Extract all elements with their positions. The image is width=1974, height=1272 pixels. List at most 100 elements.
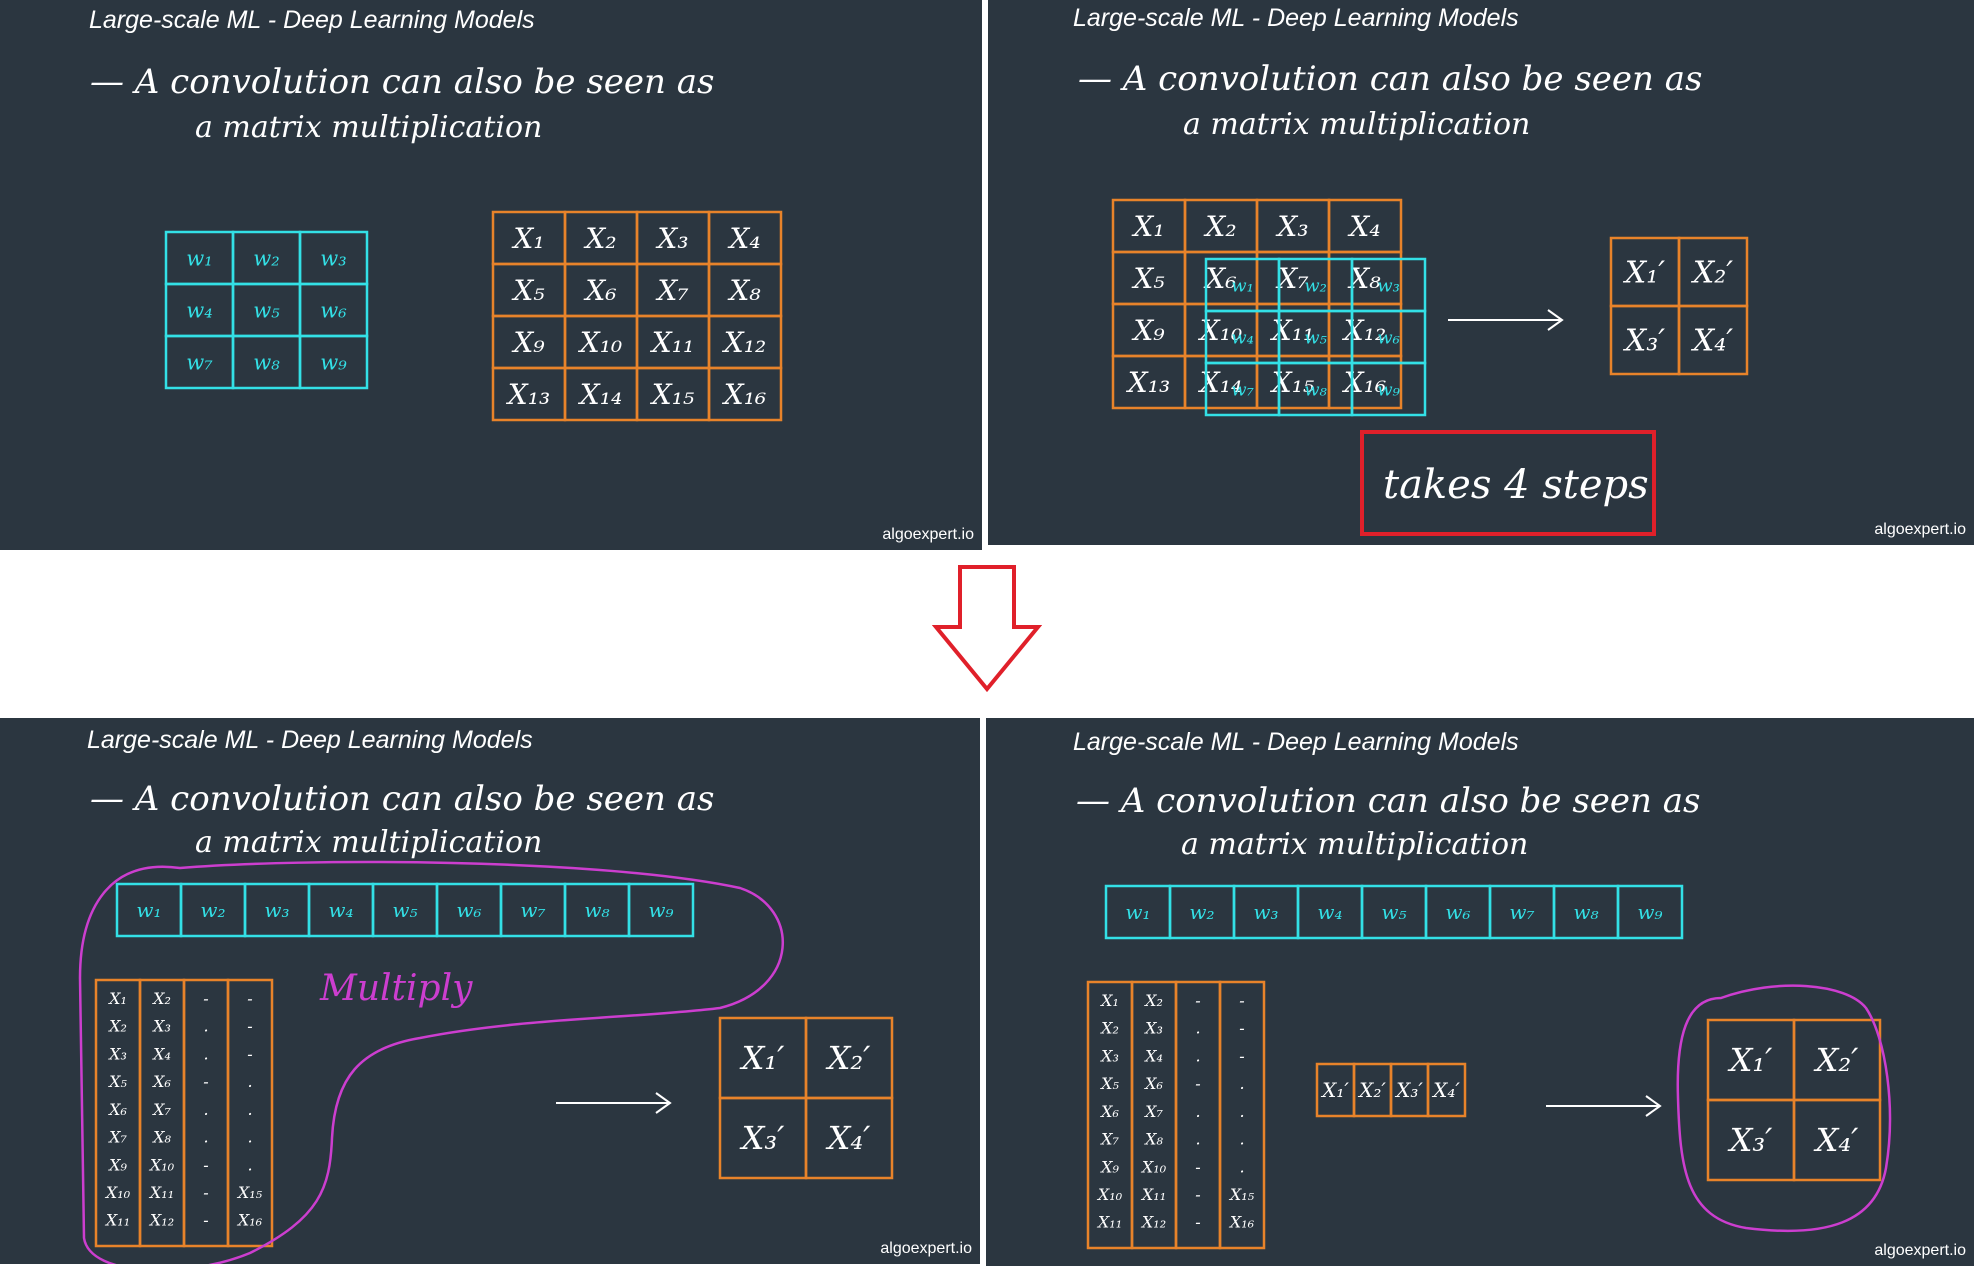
unrolled-col3-entry: - bbox=[1195, 991, 1200, 1010]
input-cell-label: X₈ bbox=[727, 274, 761, 307]
unrolled-col4-entry: . bbox=[1239, 1157, 1244, 1176]
input-cell-label: X₁₆ bbox=[722, 378, 766, 411]
slide-drawing: — A convolution can also be seen as a ma… bbox=[1078, 59, 1749, 536]
unrolled-col3-entry: . bbox=[203, 1128, 208, 1147]
unrolled-col1-entry: X₉ bbox=[107, 1155, 127, 1174]
down-arrow-icon bbox=[932, 565, 1042, 693]
unrolled-col4-entry: - bbox=[1239, 1046, 1244, 1065]
input-cell-label: X₁ bbox=[1131, 210, 1164, 243]
result-outline bbox=[1676, 984, 1892, 1233]
output-grid: X₁′ X₂′ X₃′ X₄′ bbox=[1609, 236, 1749, 376]
multiply-label: Multiply bbox=[319, 968, 473, 1009]
unrolled-col3-entry: - bbox=[1195, 1074, 1200, 1093]
unrolled-col1-entry: X₆ bbox=[107, 1100, 127, 1119]
kernel-row: w₁ w₂ w₃ w₄ w₅ w₆ w₇ w₈ w₉ bbox=[115, 882, 695, 938]
input-cell-label: X₄ bbox=[1347, 210, 1380, 243]
unrolled-col3-entry: . bbox=[203, 1044, 208, 1063]
unrolled-col4-entry: . bbox=[247, 1128, 252, 1147]
output-row: X₁′ X₂′ X₃′ X₄′ bbox=[1315, 1062, 1467, 1118]
unrolled-col2-entry: X₃ bbox=[151, 1017, 171, 1036]
kernel-cell-label: w₆ bbox=[1377, 327, 1400, 348]
unrolled-col2-entry: X₆ bbox=[151, 1072, 171, 1091]
unrolled-col2-entry: X₇ bbox=[151, 1100, 171, 1119]
input-cell-label: X₃ bbox=[655, 222, 688, 255]
kernel-cell-label: w₇ bbox=[1231, 379, 1254, 400]
kernel-cell-label: w₃ bbox=[320, 246, 346, 270]
output-cell-label: X₄′ bbox=[1431, 1078, 1460, 1102]
kernel-cell-label: w₇ bbox=[520, 898, 545, 922]
multiply-outline bbox=[78, 860, 784, 1264]
output-cell-label: X₁′ bbox=[739, 1039, 786, 1077]
kernel-cell-label: w₁ bbox=[136, 898, 161, 922]
output-cell-label: X₄′ bbox=[825, 1119, 872, 1157]
kernel-cell-label: w₆ bbox=[320, 298, 347, 322]
kernel-cell-label: w₂ bbox=[1304, 275, 1327, 296]
unrolled-col1-entry: X₉ bbox=[1099, 1157, 1119, 1176]
brand-watermark: algoexpert.io bbox=[1874, 521, 1966, 538]
brand-watermark: algoexpert.io bbox=[882, 526, 974, 543]
unrolled-col1-entry: X₂ bbox=[107, 1017, 127, 1036]
kernel-cell-label: w₇ bbox=[1509, 900, 1534, 924]
unrolled-col4-entry: - bbox=[1239, 1019, 1244, 1038]
unrolled-col4-entry: . bbox=[247, 1100, 252, 1119]
input-cell-label: X₆ bbox=[583, 274, 616, 307]
kernel-cell-label: w₈ bbox=[253, 350, 280, 374]
unrolled-col1-entry: X₁ bbox=[1099, 991, 1119, 1010]
unrolled-col2-entry: X₄ bbox=[151, 1044, 171, 1063]
input-cell-label: X₅ bbox=[511, 274, 544, 307]
unrolled-col4-entry: . bbox=[1239, 1130, 1244, 1149]
unrolled-col4-entry: X₁₆ bbox=[1228, 1213, 1255, 1232]
unrolled-col4-entry: X₁₅ bbox=[236, 1183, 263, 1202]
input-cell-label: X₁₁ bbox=[650, 326, 694, 359]
output-cell-label: X₄′ bbox=[1691, 324, 1733, 359]
output-cell-label: X₂′ bbox=[1813, 1041, 1860, 1079]
input-cell-label: X₁₄ bbox=[578, 378, 622, 411]
unrolled-input-matrix: X₁ X₂ X₃ X₅ X₆ X₇ X₉ X₁₀ X₁₁ X₂ X₃ X₄ X₆ X₇ X₈ X₁₀ X₁₁ X₁… bbox=[94, 978, 274, 1248]
unrolled-col2-entry: X₂ bbox=[151, 989, 171, 1008]
output-cell-label: X₃′ bbox=[1727, 1121, 1774, 1159]
kernel-cell-label: w₂ bbox=[1189, 900, 1214, 924]
unrolled-col4-entry: . bbox=[1239, 1074, 1244, 1093]
kernel-cell-label: w₆ bbox=[1445, 900, 1470, 924]
unrolled-col3-entry: - bbox=[1195, 1213, 1200, 1232]
kernel-cell-label: w₉ bbox=[320, 350, 347, 374]
unrolled-col4-entry: - bbox=[247, 1017, 252, 1036]
unrolled-col3-entry: - bbox=[203, 1211, 208, 1230]
unrolled-col3-entry: . bbox=[1195, 1102, 1200, 1121]
unrolled-col1-entry: X₇ bbox=[1099, 1130, 1119, 1149]
slide-sliding-kernel: Large-scale ML - Deep Learning Models — … bbox=[988, 0, 1974, 545]
slide-matrix-result: Large-scale ML - Deep Learning Models — … bbox=[986, 718, 1974, 1266]
unrolled-col4-entry: . bbox=[247, 1155, 252, 1174]
kernel-cell-label: w₅ bbox=[392, 898, 417, 922]
heading-line-2: a matrix multiplication bbox=[195, 825, 542, 860]
input-cell-label: X₂ bbox=[583, 222, 616, 255]
input-cell-label: X₁₅ bbox=[650, 378, 694, 411]
kernel-cell-label: w₃ bbox=[264, 898, 289, 922]
unrolled-col2-entry: X₁₁ bbox=[148, 1183, 174, 1202]
unrolled-col2-entry: X₁₀ bbox=[1140, 1157, 1167, 1176]
slide-drawing: — A convolution can also be seen as a ma… bbox=[1076, 781, 1892, 1250]
input-cell-label: X₅ bbox=[1131, 262, 1164, 295]
heading-line-1: — A convolution can also be seen as bbox=[90, 62, 714, 102]
input-cell-label: X₁ bbox=[511, 222, 544, 255]
unrolled-col3-entry: - bbox=[203, 1072, 208, 1091]
unrolled-col2-entry: X₁₀ bbox=[148, 1155, 175, 1174]
kernel-cell-label: w₈ bbox=[584, 898, 609, 922]
unrolled-col4-entry: - bbox=[247, 989, 252, 1008]
steps-label: takes 4 steps bbox=[1383, 462, 1649, 508]
unrolled-col3-entry: - bbox=[1195, 1157, 1200, 1176]
input-cell-label: X₇ bbox=[655, 274, 688, 307]
slide-drawing: — A convolution can also be seen as a ma… bbox=[78, 779, 894, 1264]
unrolled-col2-entry: X₂ bbox=[1143, 991, 1163, 1010]
output-grid: X₁′ X₂′ X₃′ X₄′ bbox=[1706, 1018, 1882, 1182]
unrolled-col1-entry: X₁₀ bbox=[104, 1183, 131, 1202]
unrolled-col4-entry: . bbox=[247, 1072, 252, 1091]
unrolled-col1-entry: X₆ bbox=[1099, 1102, 1119, 1121]
kernel-cell-label: w₃ bbox=[1253, 900, 1278, 924]
input-grid: X₁ X₂ X₃ X₄X₅ X₆ X₇ X₈X₉ X₁₀ X₁₁ X₁₂X₁₃ X₁₄ X₁₅ X₁₆ bbox=[1111, 198, 1403, 410]
kernel-cell-label: w₃ bbox=[1377, 275, 1400, 296]
unrolled-col1-entry: X₁₀ bbox=[1096, 1185, 1123, 1204]
unrolled-col4-entry: . bbox=[1239, 1102, 1244, 1121]
unrolled-col3-entry: - bbox=[203, 1155, 208, 1174]
heading-line-1: — A convolution can also be seen as bbox=[1078, 59, 1702, 99]
